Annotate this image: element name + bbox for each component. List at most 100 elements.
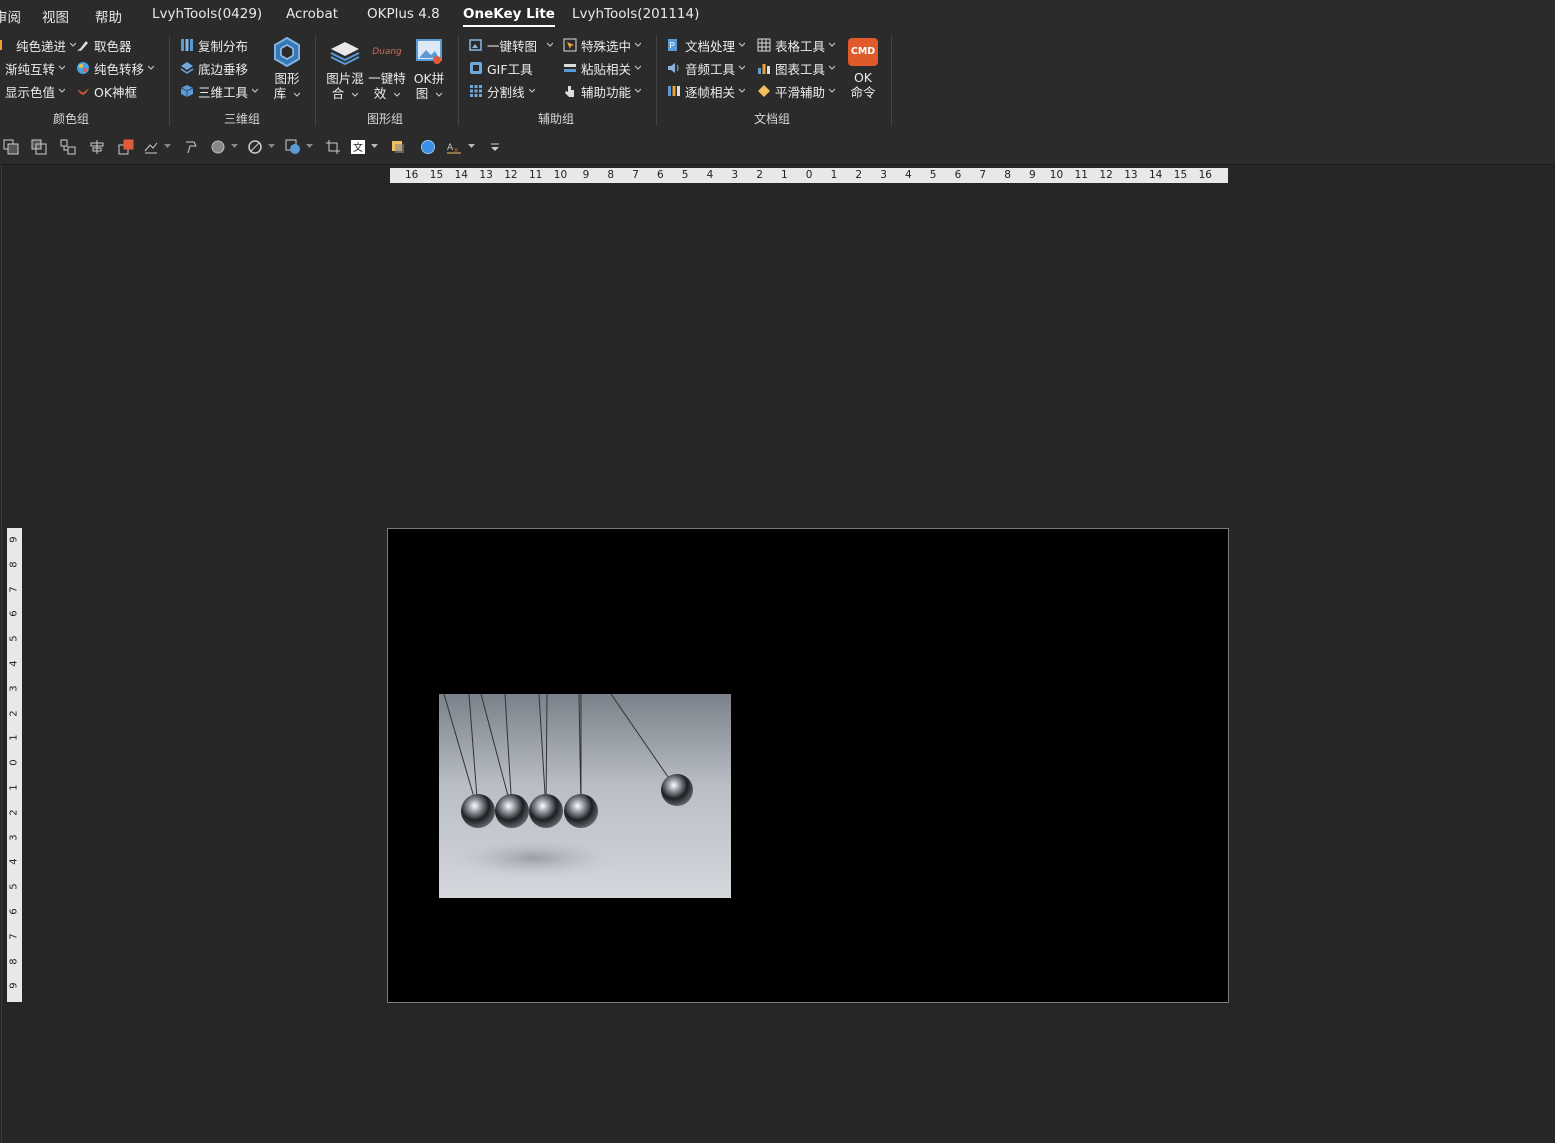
newtons-cradle-illustration xyxy=(439,694,731,898)
ruler-tick-label: 3 xyxy=(8,833,20,841)
send-backward-icon[interactable] xyxy=(31,139,47,155)
ok-command-button[interactable]: CMD OK 命令 xyxy=(846,38,880,100)
audio-tools-button[interactable]: 音频工具 xyxy=(667,58,746,78)
chevron-down-icon xyxy=(829,88,836,93)
ruler-tick-label: 5 xyxy=(681,169,689,181)
svg-text:文: 文 xyxy=(353,141,363,154)
chevron-down-icon xyxy=(635,42,642,47)
one-click-to-image-button[interactable]: 一键转图 xyxy=(469,35,554,55)
vertical-ruler[interactable]: 9 8 7 6 5 4 3 2 1 0 1 2 3 4 5 6 7 8 9 xyxy=(7,528,22,1002)
tab-okplus[interactable]: OKPlus 4.8 xyxy=(367,6,440,22)
color-picker-button[interactable]: 取色器 xyxy=(76,35,132,55)
color-palette-icon xyxy=(77,62,89,74)
chevron-down-icon xyxy=(739,42,746,47)
crop-icon[interactable] xyxy=(325,139,341,155)
tab-view[interactable]: 视图 xyxy=(42,6,69,26)
ribbon-tab-bar: 审阅 视图 帮助 LvyhTools(0429) Acrobat OKPlus … xyxy=(0,0,1555,30)
table-tools-button[interactable]: 表格工具 xyxy=(757,35,836,55)
text-box-icon[interactable]: 文 xyxy=(350,139,366,155)
copy-distribute-button[interactable]: 复制分布 xyxy=(180,35,248,55)
chevron-down-icon[interactable] xyxy=(468,144,475,149)
ruler-tick-label: 14 xyxy=(1149,169,1163,181)
newtons-cradle-image[interactable] xyxy=(439,694,731,898)
frame-by-frame-button[interactable]: 逐帧相关 xyxy=(667,81,746,101)
shape-fill-icon[interactable] xyxy=(210,139,226,155)
window-edge xyxy=(1,164,2,1143)
bring-forward-icon[interactable] xyxy=(3,139,19,155)
ruler-tick-label: 3 xyxy=(8,685,20,692)
chevron-down-icon xyxy=(436,92,443,97)
svg-text:A: A xyxy=(447,143,454,153)
special-select-button[interactable]: 特殊选中 xyxy=(563,35,642,55)
ruler-tick-label: 14 xyxy=(454,169,468,181)
hexagon-library-icon xyxy=(274,36,300,68)
ruler-tick-label: 9 xyxy=(8,536,20,543)
bottom-edge-shift-button[interactable]: 底边垂移 xyxy=(180,58,248,78)
3d-tools-button[interactable]: 三维工具 xyxy=(180,81,259,101)
document-processing-button[interactable]: P 文档处理 xyxy=(667,35,746,55)
group-label-aux: 辅助组 xyxy=(538,112,575,126)
group-objects-icon[interactable] xyxy=(60,139,76,155)
solid-color-transfer-button[interactable]: 纯色转移 xyxy=(76,58,155,78)
chevron-down-icon[interactable] xyxy=(306,144,313,149)
ruler-tick-label: 10 xyxy=(553,169,568,181)
aux-functions-button[interactable]: 辅助功能 xyxy=(563,81,642,101)
customize-toolbar-icon[interactable] xyxy=(487,139,503,155)
rotate-shape-icon[interactable] xyxy=(118,139,134,155)
chevron-down-icon xyxy=(829,42,836,47)
ruler-tick-label: 1 xyxy=(8,784,20,791)
ruler-tick-label: 0 xyxy=(8,759,20,766)
slide-canvas[interactable] xyxy=(387,528,1229,1003)
collage-icon xyxy=(416,39,442,64)
ribbon-panel: 纯色递进 渐纯互转 显示色值 取色器 纯色转移 OK神框 颜色组 复制分布 底边… xyxy=(0,30,1555,130)
gradient-convert-button[interactable]: 渐纯互转 xyxy=(5,58,66,78)
quick-access-toolbar: 文 Ax xyxy=(0,130,1555,165)
format-painter-icon[interactable] xyxy=(183,139,199,155)
one-click-effect-button[interactable]: Duang 一键特 效 xyxy=(366,36,408,101)
text-effects-icon[interactable]: Ax xyxy=(446,139,462,155)
gif-tools-button[interactable]: GIF工具 xyxy=(469,58,533,78)
divider-line-button[interactable]: 分割线 xyxy=(469,81,535,101)
ruler-tick-label: 2 xyxy=(756,169,763,181)
ruler-tick-label: 16 xyxy=(1198,169,1212,181)
circle-shape-icon[interactable] xyxy=(420,139,436,155)
solid-gradient-button[interactable]: 纯色递进 xyxy=(0,35,77,55)
smooth-assist-button[interactable]: 平滑辅助 xyxy=(757,81,836,101)
ruler-tick-label: 7 xyxy=(8,585,20,593)
chart-tools-button[interactable]: 图表工具 xyxy=(757,58,836,78)
tab-lvyhtools-0429[interactable]: LvyhTools(0429) xyxy=(152,6,262,22)
tab-review[interactable]: 审阅 xyxy=(0,6,21,26)
chevron-down-icon[interactable] xyxy=(371,144,378,149)
ruler-tick-label: 7 xyxy=(632,169,639,181)
chevron-down-icon[interactable] xyxy=(164,144,171,149)
ruler-tick-label: 12 xyxy=(1099,169,1113,181)
paste-related-button[interactable]: 粘贴相关 xyxy=(563,58,642,78)
chevron-down-icon xyxy=(252,88,259,93)
edit-shape-icon[interactable] xyxy=(143,139,159,155)
shape-library-button[interactable]: 图形 库 xyxy=(270,36,304,101)
ruler-tick-label: 13 xyxy=(1124,169,1138,181)
group-divider xyxy=(315,36,316,126)
image-blend-button[interactable]: 图片混 合 xyxy=(324,36,366,101)
chevron-down-icon[interactable] xyxy=(268,144,275,149)
paste-icon xyxy=(564,64,576,72)
ok-frame-button[interactable]: OK神框 xyxy=(76,81,137,101)
tab-lvyhtools-201114[interactable]: LvyhTools(201114) xyxy=(572,6,699,22)
tab-help[interactable]: 帮助 xyxy=(95,6,122,26)
chevron-down-icon xyxy=(148,65,155,70)
show-color-value-button[interactable]: 显示色值 xyxy=(5,81,66,101)
tab-onekey-lite[interactable]: OneKey Lite xyxy=(463,6,555,27)
fill-color-icon[interactable] xyxy=(390,139,406,155)
horizontal-ruler[interactable]: 16 15 14 13 12 11 10 9 8 7 6 5 4 3 2 1 0 1 2 3 4 5 6 7 8 9 10 11 12 1… xyxy=(390,168,1228,183)
ruler-tick-label: 2 xyxy=(8,809,20,816)
film-frames-icon xyxy=(668,86,680,96)
tab-acrobat[interactable]: Acrobat xyxy=(286,6,338,22)
chevron-down-icon[interactable] xyxy=(231,144,238,149)
ruler-tick-label: 0 xyxy=(805,169,813,181)
shape-effects-icon[interactable] xyxy=(285,139,301,155)
select-cursor-icon xyxy=(563,38,577,52)
ok-collage-button[interactable]: OK拼 图 xyxy=(410,36,448,101)
shape-outline-icon[interactable] xyxy=(247,139,263,155)
align-center-icon[interactable] xyxy=(89,139,105,155)
chevron-down-icon xyxy=(59,65,66,70)
